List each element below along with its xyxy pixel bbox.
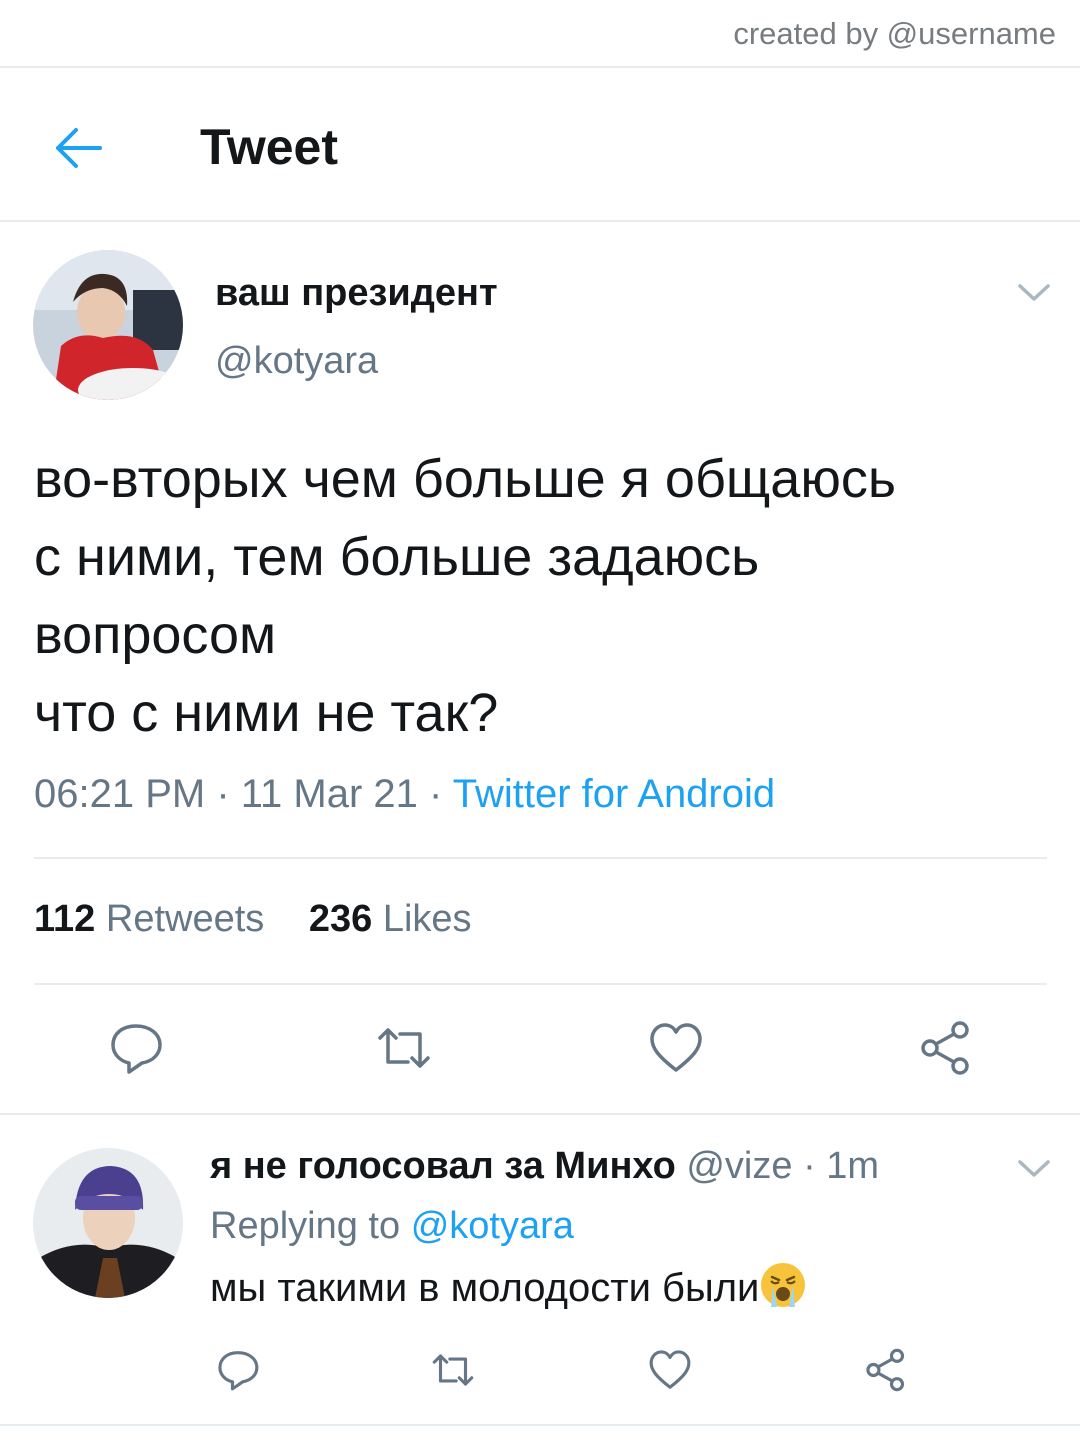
watermark-text: created by @username	[733, 16, 1056, 51]
reply-icon	[218, 1351, 259, 1391]
retweet-button[interactable]	[372, 1020, 436, 1076]
reply-text: мы такими в молодости были	[210, 1263, 806, 1311]
tweet-text: во-вторых чем больше я общаюсь с ними, т…	[34, 440, 1054, 752]
divider	[0, 220, 1080, 222]
tweet-date: 11 Mar 21	[240, 772, 418, 816]
heart-icon	[649, 1350, 691, 1389]
tweet-text-line: вопросом	[34, 605, 277, 665]
retweet-icon	[432, 1354, 474, 1386]
divider	[0, 1113, 1080, 1115]
reply-options-button[interactable]	[1014, 1148, 1054, 1188]
chevron-down-icon	[1018, 1160, 1050, 1177]
tweet-text-line: что с ними не так?	[34, 683, 499, 743]
divider	[0, 1424, 1080, 1426]
author-avatar[interactable]	[33, 250, 183, 400]
reply-button[interactable]	[108, 1020, 164, 1076]
tweet-source-link[interactable]: Twitter for Android	[453, 772, 775, 816]
reply-author-avatar[interactable]	[33, 1148, 183, 1298]
divider	[0, 66, 1080, 68]
like-button[interactable]	[648, 1020, 704, 1076]
share-icon	[921, 1021, 969, 1075]
reply-icon	[111, 1024, 162, 1074]
retweet-icon	[378, 1028, 430, 1068]
share-icon	[866, 1348, 905, 1392]
tweet-text-line: с ними, тем больше задаюсь	[34, 527, 760, 587]
author-handle[interactable]: @kotyara	[215, 340, 378, 383]
page-title: Tweet	[200, 119, 338, 175]
reply-time: 1m	[826, 1145, 880, 1187]
tweet-text-line: во-вторых чем больше я общаюсь	[34, 449, 896, 509]
reply-share-button[interactable]	[864, 1348, 908, 1392]
tweet-meta: 06:21 PM · 11 Mar 21 · Twitter for Andro…	[34, 772, 776, 816]
arrow-left-icon	[56, 128, 102, 168]
likes-stat[interactable]: 236 Likes	[309, 898, 472, 940]
crying-face-emoji-icon	[761, 1263, 806, 1307]
chevron-down-icon	[1018, 284, 1050, 301]
replying-to: Replying to @kotyara	[210, 1205, 574, 1247]
reply-author-name[interactable]: я не голосовал за Минхо	[210, 1145, 676, 1187]
reply-like-button[interactable]	[648, 1348, 692, 1392]
mention-link[interactable]: @kotyara	[411, 1205, 574, 1247]
share-button[interactable]	[918, 1020, 974, 1076]
tweet-stats: 112 Retweets 236 Likes	[34, 898, 506, 941]
heart-icon	[650, 1023, 702, 1072]
back-button[interactable]	[50, 120, 106, 176]
reply-header: я не голосовал за Минхо @vize · 1m	[210, 1145, 880, 1187]
reply-author-handle[interactable]: @vize	[686, 1145, 792, 1187]
divider	[34, 857, 1047, 859]
tweet-time: 06:21 PM	[34, 772, 206, 816]
retweets-stat[interactable]: 112 Retweets	[34, 898, 264, 940]
author-name[interactable]: ваш президент	[215, 272, 498, 315]
tweet-options-button[interactable]	[1014, 272, 1054, 312]
divider	[34, 983, 1047, 985]
reply-retweet-button[interactable]	[428, 1348, 478, 1392]
reply-reply-button[interactable]	[216, 1348, 260, 1392]
